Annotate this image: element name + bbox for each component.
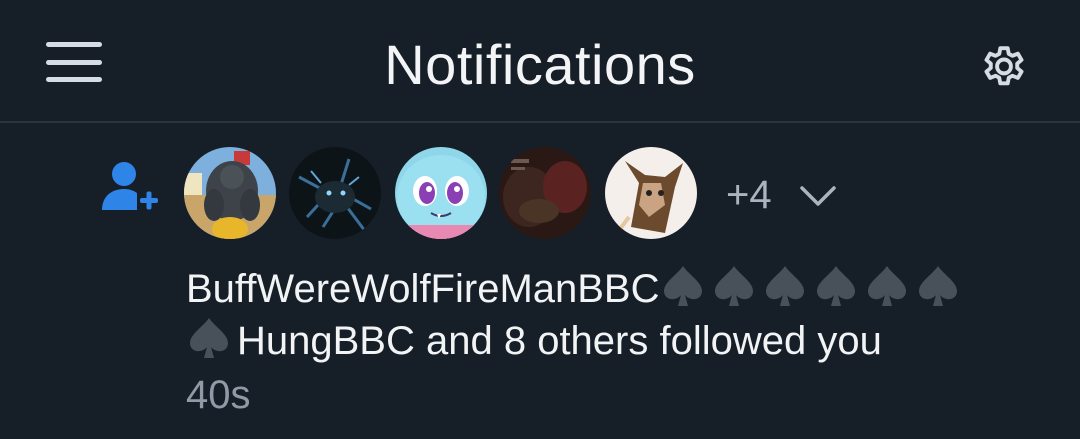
page-title: Notifications <box>384 33 696 96</box>
avatar-2-image <box>289 147 381 239</box>
notification-message: BuffWereWolfFireManBBC HungBBC and 8 oth… <box>186 263 1046 367</box>
notifications-screen: Notifications +4 BuffWereWolfFireManBBC … <box>0 0 1080 439</box>
notification-item[interactable]: +4 BuffWereWolfFireManBBC HungBBC and 8 … <box>0 123 1080 439</box>
chevron-down-icon[interactable] <box>796 176 840 216</box>
actor-name[interactable]: BuffWereWolfFireManBBC <box>186 267 660 311</box>
spade-emoji-group <box>186 318 237 363</box>
user-plus-icon <box>102 162 158 210</box>
notification-time: 40s <box>186 373 251 417</box>
avatar-3[interactable] <box>395 147 487 239</box>
spade-emoji-group <box>660 266 966 311</box>
spade-icon <box>867 266 906 306</box>
avatar-4-image <box>499 147 591 239</box>
gear-icon <box>984 46 1024 86</box>
message-rest: HungBBC and 8 others followed you <box>237 319 882 363</box>
avatar-1-image <box>184 147 276 239</box>
avatar-5[interactable] <box>605 147 697 239</box>
spade-icon <box>190 318 228 358</box>
spade-icon <box>816 266 855 306</box>
settings-button[interactable] <box>978 40 1030 92</box>
spade-icon <box>663 266 702 306</box>
avatar-4[interactable] <box>499 147 591 239</box>
avatar-5-image <box>605 147 697 239</box>
spade-icon <box>918 266 957 306</box>
spade-icon <box>765 266 804 306</box>
app-header: Notifications <box>0 0 1080 123</box>
spade-icon <box>714 266 753 306</box>
avatar-1[interactable] <box>184 147 276 239</box>
avatar-2[interactable] <box>289 147 381 239</box>
more-avatars-count: +4 <box>726 173 772 217</box>
avatar-3-image <box>395 147 487 239</box>
